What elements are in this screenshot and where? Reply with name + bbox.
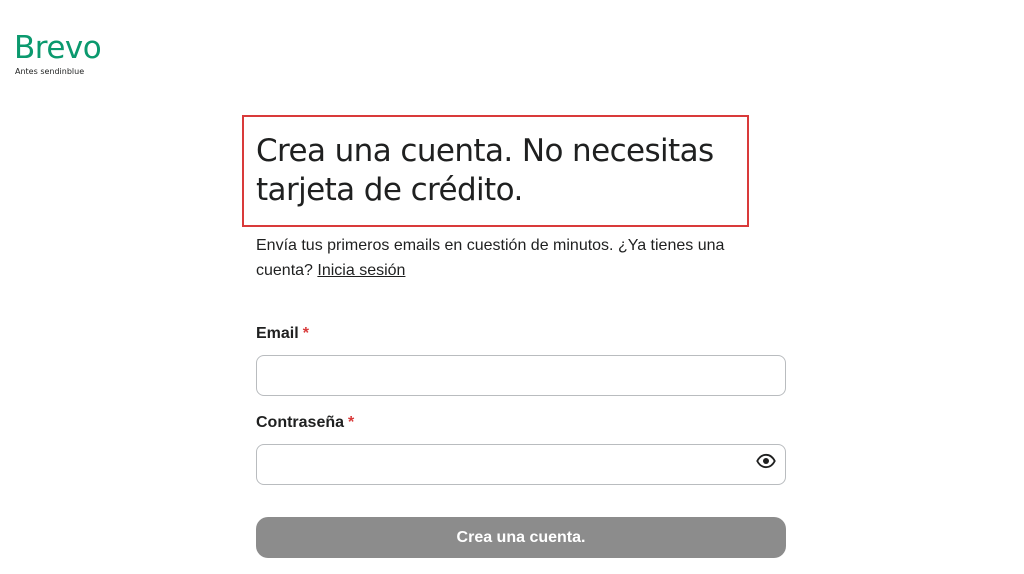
page-title-line-1: Crea una cuenta. No necesitas [256,133,714,169]
password-label: Contraseña * [256,414,354,432]
signup-page: Brevo Antes sendinblue Crea una cuenta. … [0,0,1024,574]
logo-tagline: Antes sendinblue [15,67,85,76]
email-label-text: Email [256,325,299,342]
password-label-text: Contraseña [256,414,345,431]
brevo-logo[interactable]: Brevo Antes sendinblue [14,30,102,76]
email-label: Email * [256,325,309,343]
email-field[interactable] [256,355,786,396]
eye-icon[interactable] [756,451,776,471]
page-title-line-2: tarjeta de crédito. [256,172,523,208]
password-field[interactable] [256,444,786,485]
create-account-button[interactable]: Crea una cuenta. [256,517,786,558]
intro-text: Envía tus primeros emails en cuestión de… [256,233,776,283]
page-title: Crea una cuenta. No necesitas tarjeta de… [256,132,746,210]
login-link[interactable]: Inicia sesión [317,262,405,279]
required-asterisk: * [302,325,309,342]
logo-wordmark: Brevo [14,30,102,66]
required-asterisk: * [348,414,355,431]
